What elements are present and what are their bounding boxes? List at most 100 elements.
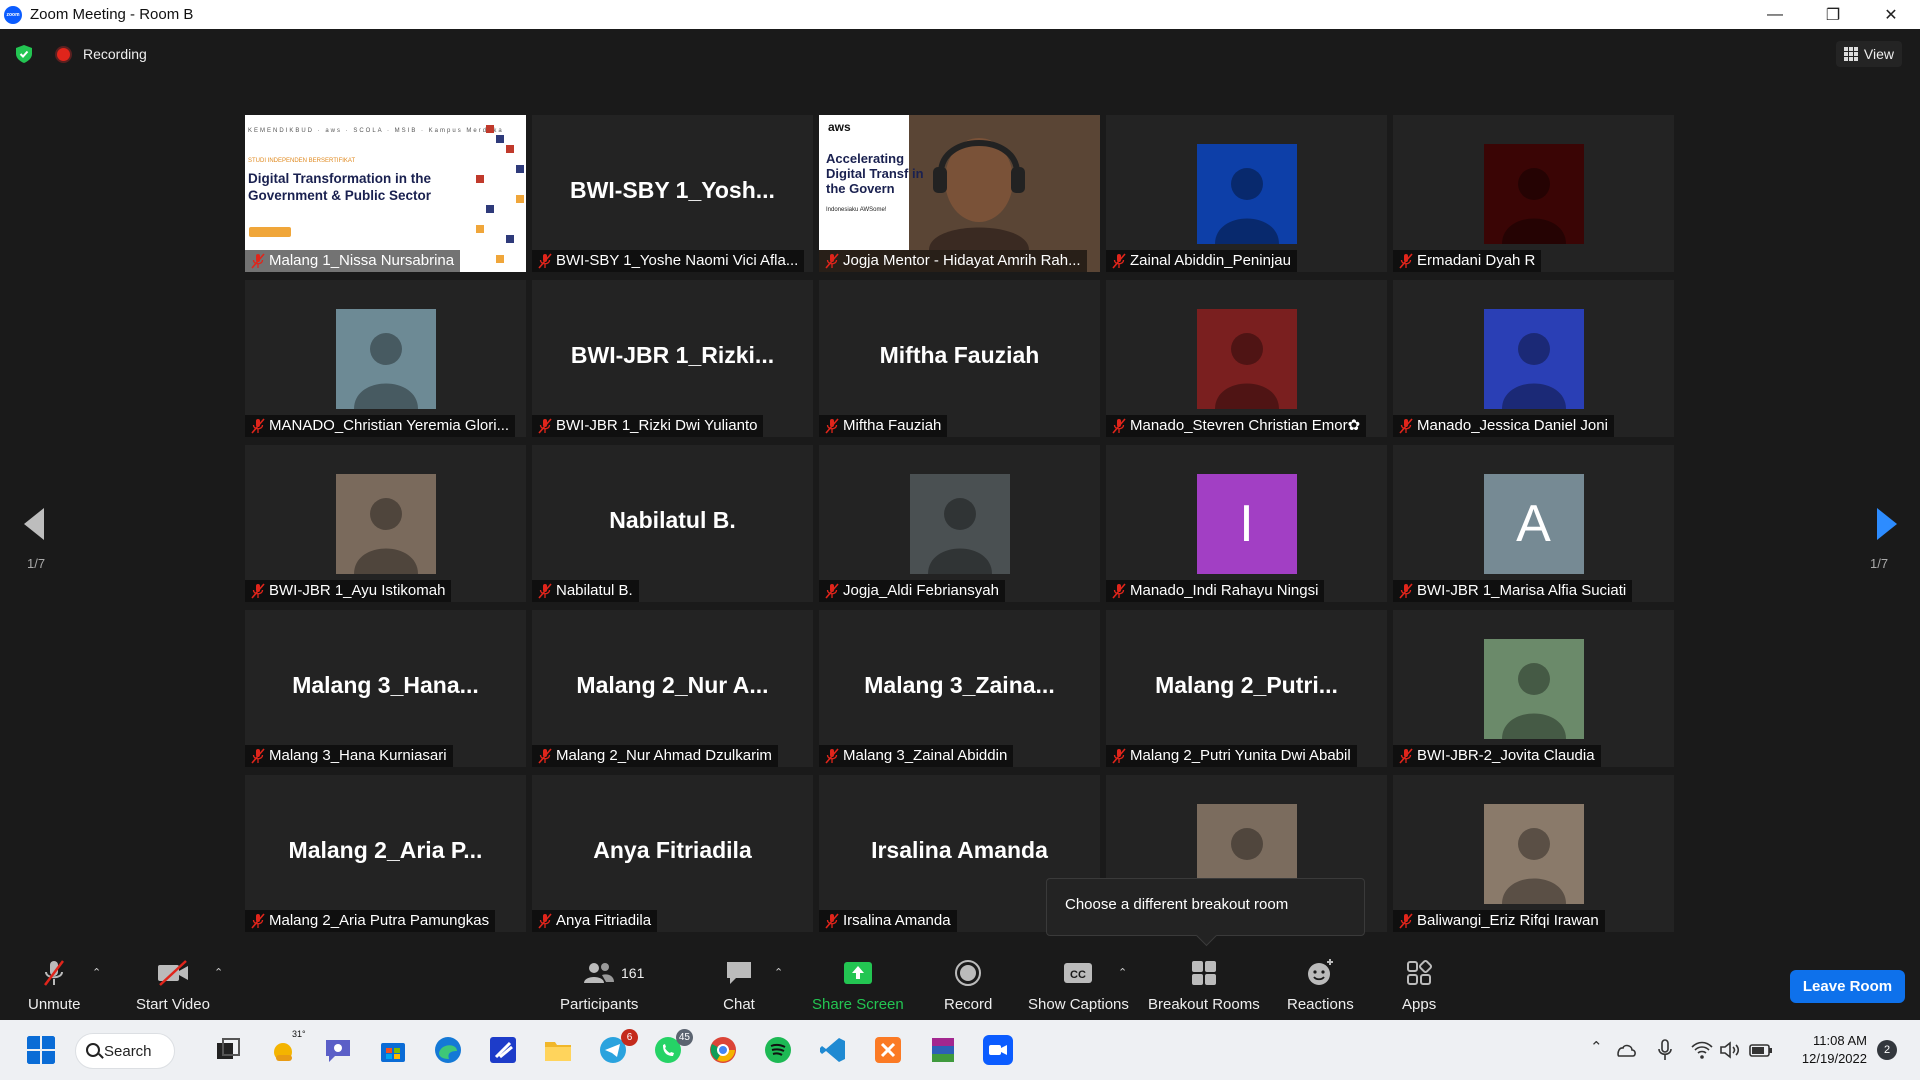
record-button[interactable]: Record — [944, 958, 992, 1013]
participant-tile[interactable]: A BWI-JBR 1_Marisa Alfia Suciati — [1393, 445, 1674, 602]
video-options-caret-icon[interactable]: ⌃ — [214, 966, 223, 979]
participants-label: Participants — [560, 996, 639, 1013]
taskbar-clock[interactable]: 11:08 AM 12/19/2022 — [1792, 1032, 1867, 1068]
share-screen-label: Share Screen — [812, 996, 904, 1013]
unmute-button[interactable]: Unmute — [28, 958, 81, 1013]
participant-tile[interactable]: Zainal Abiddin_Peninjau — [1106, 115, 1387, 272]
microphone-tray-icon[interactable] — [1655, 1038, 1675, 1062]
file-explorer-icon[interactable] — [543, 1035, 573, 1065]
participant-tile[interactable]: Ermadani Dyah R — [1393, 115, 1674, 272]
audio-options-caret-icon[interactable]: ⌃ — [92, 966, 101, 979]
teams-chat-icon[interactable] — [323, 1035, 353, 1065]
avatar — [1483, 144, 1584, 244]
battery-icon[interactable] — [1748, 1038, 1774, 1062]
slide-title: Digital Transformation in the Government… — [248, 171, 432, 203]
avatar — [335, 309, 436, 409]
weather-sun-icon[interactable] — [268, 1035, 298, 1065]
show-captions-button[interactable]: CC Show Captions — [1028, 958, 1129, 1013]
muted-mic-icon — [1112, 748, 1126, 764]
muted-mic-icon — [538, 913, 552, 929]
leave-room-button[interactable]: Leave Room — [1790, 970, 1905, 1003]
restore-button[interactable]: ❐ — [1804, 0, 1862, 29]
apps-button[interactable]: Apps — [1402, 958, 1436, 1013]
participant-name-label: Malang 1_Nissa Nursabrina — [245, 250, 461, 272]
muted-mic-icon — [538, 253, 552, 269]
participant-tile[interactable]: Baliwangi_Eriz Rifqi Irawan — [1393, 775, 1674, 932]
participant-tile[interactable]: aws Accelerating Digital Transf in the Go… — [819, 115, 1100, 272]
breakout-rooms-button[interactable]: Breakout Rooms — [1148, 958, 1260, 1013]
notification-count-badge[interactable]: 2 — [1877, 1040, 1897, 1060]
participant-tile[interactable]: Malang 3_Hana... Malang 3_Hana Kurniasari — [245, 610, 526, 767]
share-screen-button[interactable]: Share Screen — [812, 958, 904, 1013]
participant-tile[interactable]: Malang 2_Putri... Malang 2_Putri Yunita D… — [1106, 610, 1387, 767]
participant-name-label: Malang 2_Aria Putra Pamungkas — [245, 910, 496, 932]
start-video-button[interactable]: Start Video — [136, 958, 210, 1013]
avatar — [1196, 309, 1297, 409]
meeting-toolbar: Unmute ⌃ Start Video ⌃ Participants 161 … — [0, 948, 1920, 1020]
participant-name-label: Nabilatul B. — [532, 580, 639, 602]
recording-dot-icon — [57, 48, 70, 61]
participant-tile[interactable]: Jogja_Aldi Febriansyah — [819, 445, 1100, 602]
reactions-button[interactable]: Reactions — [1287, 958, 1354, 1013]
participant-name-label: Manado_Indi Rahayu Ningsi — [1106, 580, 1325, 602]
participant-tile[interactable]: MANADO_Christian Yeremia Glori... — [245, 280, 526, 437]
participant-tile[interactable]: Malang 3_Zaina... Malang 3_Zainal Abiddin — [819, 610, 1100, 767]
participant-name: Miftha Fauziah — [843, 417, 942, 434]
participant-tile[interactable]: Manado_Jessica Daniel Joni — [1393, 280, 1674, 437]
participant-tile[interactable]: Nabilatul B. Nabilatul B. — [532, 445, 813, 602]
windows-start-icon[interactable] — [26, 1035, 56, 1065]
participant-tile[interactable]: Miftha Fauziah Miftha Fauziah — [819, 280, 1100, 437]
captions-options-caret-icon[interactable]: ⌃ — [1118, 966, 1127, 979]
winrar-icon[interactable] — [928, 1035, 958, 1065]
spotify-icon[interactable] — [763, 1035, 793, 1065]
wifi-icon[interactable] — [1690, 1038, 1714, 1062]
participant-tile[interactable]: Manado_Stevren Christian Emor✿ — [1106, 280, 1387, 437]
participant-tile[interactable]: Anya Fitriadila Anya Fitriadila — [532, 775, 813, 932]
windows-taskbar: Search 31° 6 45 ⌃ 11:08 AM 12/19/2022 2 — [0, 1020, 1920, 1080]
participant-name: Zainal Abiddin_Peninjau — [1130, 252, 1291, 269]
participant-tile[interactable]: Malang 2_Aria P... Malang 2_Aria Putra Pa… — [245, 775, 526, 932]
participant-tile[interactable]: BWI-SBY 1_Yosh... BWI-SBY 1_Yoshe Naomi V… — [532, 115, 813, 272]
close-button[interactable]: ✕ — [1862, 0, 1920, 29]
participant-display-name: BWI-JBR 1_Rizki... — [570, 342, 775, 368]
participant-tile[interactable]: Malang 2_Nur A... Malang 2_Nur Ahmad Dzul… — [532, 610, 813, 767]
xampp-icon[interactable] — [873, 1035, 903, 1065]
participant-name-label: Malang 2_Putri Yunita Dwi Ababil — [1106, 745, 1357, 767]
microsoft-store-icon[interactable] — [378, 1035, 408, 1065]
view-button[interactable]: View — [1835, 41, 1902, 67]
participant-name: Manado_Stevren Christian Emor✿ — [1130, 417, 1361, 434]
next-page-arrow-icon[interactable] — [1875, 508, 1897, 540]
vscode-icon[interactable] — [818, 1035, 848, 1065]
chat-button[interactable]: Chat — [722, 958, 756, 1013]
edge-browser-icon[interactable] — [433, 1035, 463, 1065]
zoom-taskbar-app[interactable] — [983, 1035, 1013, 1065]
participant-tile[interactable]: I Manado_Indi Rahayu Ningsi — [1106, 445, 1387, 602]
volume-icon[interactable] — [1718, 1038, 1742, 1062]
profile-photo-icon — [1214, 333, 1279, 409]
zoom-icon — [989, 1045, 1007, 1055]
participant-tile[interactable]: BWI-JBR 1_Ayu Istikomah — [245, 445, 526, 602]
whatsapp-app[interactable]: 45 — [653, 1029, 693, 1065]
chat-options-caret-icon[interactable]: ⌃ — [774, 966, 783, 979]
task-view-icon[interactable] — [213, 1035, 243, 1065]
participant-display-name: BWI-SBY 1_Yosh... — [570, 177, 775, 203]
muted-mic-icon — [825, 583, 839, 599]
tray-overflow-chevron-icon[interactable]: ⌃ — [1590, 1038, 1603, 1056]
participant-tile[interactable]: BWI-JBR 1_Rizki... BWI-JBR 1_Rizki Dwi Yu… — [532, 280, 813, 437]
telegram-app[interactable]: 6 — [598, 1029, 638, 1065]
security-shield-icon[interactable] — [16, 45, 32, 63]
taskbar-search[interactable]: Search — [75, 1033, 175, 1069]
onedrive-cloud-icon[interactable] — [1614, 1038, 1638, 1062]
muted-mic-icon — [825, 913, 839, 929]
previous-page-arrow-icon[interactable] — [24, 508, 46, 540]
muted-mic-icon — [1399, 748, 1413, 764]
chrome-browser-icon[interactable] — [708, 1035, 738, 1065]
participant-display-name: Malang 2_Nur A... — [576, 672, 769, 698]
clock-date: 12/19/2022 — [1801, 1051, 1867, 1066]
minimize-button[interactable]: — — [1746, 0, 1804, 29]
participant-tile[interactable]: BWI-JBR-2_Jovita Claudia — [1393, 610, 1674, 767]
breakout-rooms-icon — [1187, 958, 1221, 988]
visual-studio-icon[interactable] — [488, 1035, 518, 1065]
weather-temperature: 31° — [292, 1029, 306, 1039]
participant-tile[interactable]: KEMENDIKBUD · aws · SCOLA · MSIB · Kampu… — [245, 115, 526, 272]
